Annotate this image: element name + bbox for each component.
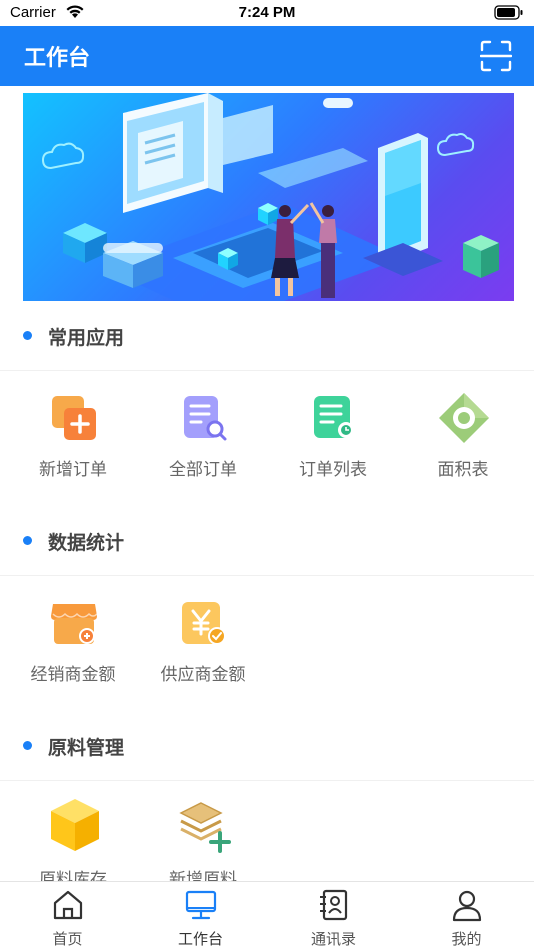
tab-label: 我的 <box>451 930 482 948</box>
grid-label: 原料库存 <box>39 870 107 881</box>
app-screen: Carrier 7:24 PM 工作台 常用应用 新增订单 全部订单 订单列表 … <box>0 0 534 950</box>
grid-label: 全部订单 <box>169 460 237 480</box>
page-title: 工作台 <box>24 46 91 71</box>
section-dot <box>23 536 32 545</box>
isometric-tech-illustration <box>41 93 499 301</box>
grid-item-material-stock[interactable]: 原料库存 <box>8 783 138 881</box>
contacts-icon <box>319 889 347 921</box>
tab-label: 工作台 <box>177 930 223 948</box>
monitor-icon <box>185 890 216 920</box>
section-title-stats: 数据统计 <box>48 532 125 554</box>
add-order-icon <box>52 396 96 440</box>
grid-label: 供应商金额 <box>160 665 246 685</box>
grid-label: 新增订单 <box>39 460 107 480</box>
order-list-icon <box>314 396 354 438</box>
section-header-common: 常用应用 <box>0 301 534 371</box>
yen-check-icon <box>182 602 226 645</box>
tab-workbench[interactable]: 工作台 <box>134 882 267 950</box>
user-icon <box>452 890 481 922</box>
tab-label: 首页 <box>52 930 83 948</box>
status-bar: Carrier 7:24 PM <box>0 0 534 26</box>
section-dot <box>23 331 32 340</box>
grid-item-add-material[interactable]: 新增原料 <box>138 783 268 881</box>
battery-icon <box>494 5 523 20</box>
scan-icon[interactable] <box>480 40 512 72</box>
section-title-materials: 原料管理 <box>48 737 125 759</box>
grid-label: 经销商金额 <box>30 665 116 685</box>
banner-image[interactable] <box>23 93 514 301</box>
grid-item-add-order[interactable]: 新增订单 <box>8 373 138 483</box>
tab-label: 通讯录 <box>310 930 356 948</box>
grid-label: 新增原料 <box>169 870 237 881</box>
section-dot <box>23 741 32 750</box>
grid-item-area-table[interactable]: 面积表 <box>398 373 528 483</box>
clock-label: 7:24 PM <box>238 4 296 21</box>
tab-bar: 首页 工作台 通讯录 我的 <box>0 881 534 950</box>
tab-contacts[interactable]: 通讯录 <box>267 882 400 950</box>
grid-item-supplier-amount[interactable]: 供应商金额 <box>138 578 268 688</box>
search-document-icon <box>184 396 227 441</box>
yellow-box-icon <box>51 799 99 851</box>
layers-plus-icon <box>179 802 231 853</box>
home-icon <box>53 890 82 920</box>
grid-item-order-list[interactable]: 订单列表 <box>268 373 398 483</box>
section-header-materials: 原料管理 <box>0 711 534 781</box>
tab-home[interactable]: 首页 <box>1 882 134 950</box>
grid-label: 订单列表 <box>299 460 367 480</box>
workspace-content: 常用应用 新增订单 全部订单 订单列表 面积表 数据统计 经销商金额 供应商金额… <box>0 301 534 881</box>
grid-label: 面积表 <box>437 460 489 480</box>
section-title-common: 常用应用 <box>48 327 125 349</box>
dealer-shop-icon <box>51 604 98 644</box>
grid-item-dealer-amount[interactable]: 经销商金额 <box>8 578 138 688</box>
grid-item-all-orders[interactable]: 全部订单 <box>138 373 268 483</box>
area-table-icon <box>439 393 489 443</box>
tab-profile[interactable]: 我的 <box>400 882 533 950</box>
navigation-bar: 工作台 <box>0 26 534 86</box>
section-header-stats: 数据统计 <box>0 506 534 576</box>
